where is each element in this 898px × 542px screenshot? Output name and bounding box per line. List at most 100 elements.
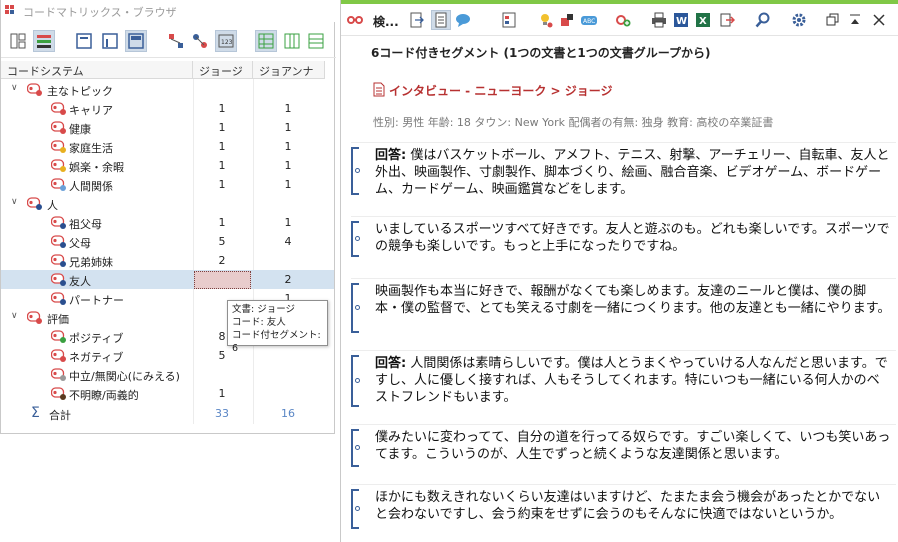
restore-window-icon[interactable] bbox=[823, 10, 843, 30]
count-george[interactable]: 1 bbox=[193, 387, 251, 400]
segment-bracket-icon[interactable] bbox=[351, 147, 360, 195]
code-row[interactable]: 兄弟姉妹 2 bbox=[1, 251, 334, 270]
coded-segment[interactable]: 回答: 人間関係は素晴らしいです。僕は人とうまくやっていける人なんだと思います。… bbox=[351, 350, 896, 414]
color-bars-icon[interactable] bbox=[33, 30, 55, 52]
code-group-row[interactable]: ∨ 人 bbox=[1, 194, 334, 213]
code-matrix-small-icon[interactable] bbox=[499, 10, 519, 30]
code-row[interactable]: キャリア 1 1 bbox=[1, 99, 334, 118]
count-joanna[interactable]: 1 bbox=[253, 159, 323, 172]
code-row[interactable]: 娯楽・余暇 1 1 bbox=[1, 156, 334, 175]
code-system-grid-icon[interactable] bbox=[7, 30, 29, 52]
code-tag-icon bbox=[50, 216, 67, 232]
count-george[interactable]: 1 bbox=[193, 121, 251, 134]
expand-arrow-icon[interactable]: ∨ bbox=[11, 197, 18, 207]
code-row[interactable]: 父母 5 4 bbox=[1, 232, 334, 251]
code-matrix-browser-panel: コードマトリックス・ブラウザ 123 コードシステム ジョージ ジョアンナ ∨ … bbox=[0, 0, 336, 434]
close-icon[interactable] bbox=[869, 10, 889, 30]
code-row[interactable]: 家庭生活 1 1 bbox=[1, 137, 334, 156]
column-header-code-system[interactable]: コードシステム bbox=[1, 61, 193, 79]
expand-arrow-icon[interactable]: ∨ bbox=[11, 83, 18, 93]
coded-segment[interactable]: 回答: 僕はバスケットボール、アメフト、テニス、射撃、アーチェリー、自転車、友人… bbox=[351, 142, 896, 202]
rows-view-icon[interactable] bbox=[305, 30, 327, 52]
text-view-icon[interactable] bbox=[431, 10, 451, 30]
count-george[interactable]: 5 bbox=[193, 235, 251, 248]
segment-body: 人間関係は素晴らしいです。僕は人とうまくやっていける人なんだと思います。ですし、… bbox=[375, 356, 888, 405]
code-row[interactable]: 健康 1 1 bbox=[1, 118, 334, 137]
code-row[interactable]: 友人62 bbox=[1, 270, 334, 289]
code-tag-icon bbox=[26, 83, 43, 99]
code-link-icon[interactable] bbox=[189, 30, 211, 52]
code-tag-icon bbox=[26, 197, 43, 213]
count-joanna[interactable]: 1 bbox=[253, 178, 323, 191]
code-row[interactable]: 中立/無関心(にみえる) bbox=[1, 365, 334, 384]
code-row[interactable]: 不明瞭/両義的 1 bbox=[1, 384, 334, 403]
coded-segment[interactable]: いましているスポーツすべて好きです。友人と遊ぶのも。どれも楽しいです。スポーツで… bbox=[351, 216, 896, 264]
count-joanna[interactable]: 1 bbox=[253, 121, 323, 134]
count-joanna[interactable]: 1 bbox=[253, 102, 323, 115]
code-label: 中立/無関心(にみえる) bbox=[69, 370, 180, 383]
segment-text: ほかにも数えきれないくらい友達はいますけど、たまたま会う機会があったとかでないと… bbox=[375, 489, 891, 523]
segment-bracket-icon[interactable] bbox=[351, 489, 360, 529]
code-group-row[interactable]: ∨ 主なトピック bbox=[1, 80, 334, 99]
columns-view-icon[interactable] bbox=[281, 30, 303, 52]
lightbulb-icon[interactable] bbox=[535, 10, 555, 30]
segment-bracket-icon[interactable] bbox=[351, 355, 360, 407]
column-header-joanna[interactable]: ジョアンナ bbox=[253, 61, 325, 79]
number-display-icon[interactable]: 123 bbox=[215, 30, 237, 52]
coded-segment[interactable]: 僕みたいに変わってて、自分の道を行ってる奴らです。すごい楽しくて、いつも笑いあっ… bbox=[351, 424, 896, 474]
total-george: 33 bbox=[215, 407, 229, 420]
column-header-george[interactable]: ジョージ bbox=[193, 61, 253, 79]
add-code-icon[interactable] bbox=[613, 10, 633, 30]
retrieve-icon[interactable] bbox=[345, 10, 365, 30]
box-symbol-icon[interactable] bbox=[99, 30, 121, 52]
collapse-up-icon[interactable] bbox=[845, 10, 865, 30]
document-path-link[interactable]: インタビュー - ニューヨーク > ジョージ bbox=[389, 82, 613, 99]
word-export-icon[interactable]: W bbox=[671, 10, 691, 30]
count-george[interactable]: 1 bbox=[193, 216, 251, 229]
gear-icon[interactable] bbox=[789, 10, 809, 30]
segment-bracket-icon[interactable] bbox=[351, 283, 360, 333]
segment-bracket-icon[interactable] bbox=[351, 429, 360, 467]
segment-text: 僕みたいに変わってて、自分の道を行ってる奴らです。すごい楽しくて、いつも笑いあっ… bbox=[375, 429, 891, 463]
count-joanna[interactable]: 2 bbox=[253, 273, 323, 286]
coded-segment[interactable]: 映画製作も本当に好きで、報酬がなくても楽しめます。友達のニールと僕は、僕の脚本・… bbox=[351, 278, 896, 340]
comment-icon[interactable] bbox=[453, 10, 473, 30]
print-icon[interactable] bbox=[649, 10, 669, 30]
search-icon[interactable] bbox=[753, 10, 773, 30]
code-row[interactable]: 祖父母 1 1 bbox=[1, 213, 334, 232]
count-joanna[interactable]: 4 bbox=[253, 235, 323, 248]
expand-arrow-icon[interactable]: ∨ bbox=[11, 311, 18, 321]
count-george[interactable]: 1 bbox=[193, 140, 251, 153]
color-code-icon[interactable] bbox=[557, 10, 577, 30]
count-joanna[interactable]: 1 bbox=[253, 216, 323, 229]
code-row[interactable]: 人間関係 1 1 bbox=[1, 175, 334, 194]
code-label: 父母 bbox=[69, 237, 91, 250]
segment-text: 回答: 僕はバスケットボール、アメフト、テニス、射撃、アーチェリー、自転車、友人… bbox=[375, 147, 891, 198]
code-tag-icon bbox=[50, 330, 67, 346]
coded-segment[interactable]: ほかにも数えきれないくらい友達はいますけど、たまたま会う機会があったとかでないと… bbox=[351, 484, 896, 536]
count-george[interactable]: 1 bbox=[193, 178, 251, 191]
document-export-icon[interactable] bbox=[407, 10, 427, 30]
count-george[interactable]: 2 bbox=[193, 254, 251, 267]
filled-box-icon[interactable] bbox=[125, 30, 147, 52]
grid-view-icon[interactable] bbox=[255, 30, 277, 52]
count-george[interactable]: 1 bbox=[193, 102, 251, 115]
segment-bracket-icon[interactable] bbox=[351, 221, 360, 257]
selected-cell-highlight[interactable] bbox=[194, 271, 251, 289]
code-tag-icon bbox=[50, 235, 67, 251]
segment-body: ほかにも数えきれないくらい友達はいますけど、たまたま会う機会があったとかでないと… bbox=[375, 490, 881, 522]
code-matrix-icon bbox=[5, 5, 19, 20]
abc-tag-icon[interactable]: ABC bbox=[579, 10, 599, 30]
right-panel-title: 検... bbox=[373, 15, 399, 29]
code-nodes-icon[interactable] bbox=[165, 30, 187, 52]
square-symbol-icon[interactable] bbox=[73, 30, 95, 52]
code-label: 娯楽・余暇 bbox=[69, 161, 124, 174]
code-label: 健康 bbox=[69, 123, 91, 136]
excel-export-icon[interactable]: X bbox=[693, 10, 713, 30]
export-icon[interactable] bbox=[717, 10, 737, 30]
code-tag-icon bbox=[50, 349, 67, 365]
code-tag-icon bbox=[50, 121, 67, 137]
count-joanna[interactable]: 1 bbox=[253, 140, 323, 153]
code-label: パートナー bbox=[69, 294, 124, 307]
count-george[interactable]: 1 bbox=[193, 159, 251, 172]
